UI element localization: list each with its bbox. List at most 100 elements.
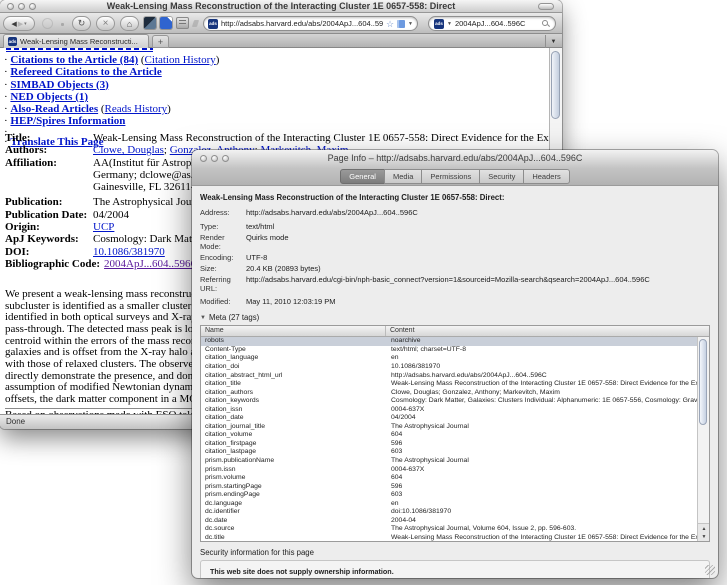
back-forward-buttons[interactable]: ◀ ▶ ▾	[3, 16, 35, 31]
history-dropdown-icon[interactable]: ▾	[24, 21, 27, 27]
meta-row[interactable]: citation_languageen	[201, 354, 697, 363]
meta-row[interactable]: robotsnoarchive	[201, 337, 697, 346]
column-header-name[interactable]: Name	[201, 326, 386, 336]
tab-security[interactable]: Security	[479, 169, 524, 184]
archive-drawer-icon[interactable]	[176, 17, 189, 29]
bookmark-star-icon[interactable]: ☆	[386, 19, 394, 29]
meta-row[interactable]: prism.volume604	[201, 474, 697, 483]
ownership-info-text: This web site does not supply ownership …	[210, 567, 700, 576]
tab-permissions[interactable]: Permissions	[421, 169, 480, 184]
scrollbar-thumb[interactable]	[551, 51, 560, 119]
search-engine-dropdown-icon[interactable]: ▼	[447, 21, 452, 27]
meta-row[interactable]: citation_abstract_html_urlhttp://adsabs.…	[201, 372, 697, 381]
meta-row[interactable]: Content-Typetext/html; charset=UTF-8	[201, 346, 697, 355]
feed-icon[interactable]	[397, 20, 405, 28]
back-icon[interactable]: ◀	[11, 20, 16, 28]
search-bar[interactable]: ads ▼ 2004ApJ...604..596C	[428, 16, 556, 31]
meta-row[interactable]: citation_journal_titleThe Astrophysical …	[201, 423, 697, 432]
search-engine-favicon[interactable]: ads	[434, 19, 444, 29]
meta-name-cell: citation_authors	[201, 389, 386, 398]
meta-row[interactable]: dc.date2004-04	[201, 517, 697, 526]
small-gray-icon[interactable]	[192, 20, 199, 27]
resize-grip[interactable]	[705, 565, 715, 575]
home-button[interactable]: ⌂	[120, 16, 139, 31]
meta-table-header: Name Content	[201, 326, 709, 337]
meta-name-cell: dc.title	[201, 534, 386, 541]
meta-row[interactable]: citation_volume604	[201, 431, 697, 440]
meta-name-cell: dc.language	[201, 500, 386, 509]
search-icon[interactable]	[542, 20, 550, 28]
meta-name-cell: citation_language	[201, 354, 386, 363]
meta-row[interactable]: citation_authorsClowe, Douglas; Gonzalez…	[201, 389, 697, 398]
info-field-label: Referring URL:	[200, 275, 246, 293]
meta-content-cell: http://adsabs.harvard.edu/abs/2004ApJ...…	[386, 372, 697, 381]
info-field-label: Size:	[200, 264, 246, 273]
window-controls	[200, 155, 229, 162]
meta-row[interactable]: dc.identifierdoi:10.1086/381970	[201, 508, 697, 517]
tab-media[interactable]: Media	[384, 169, 422, 184]
meta-row[interactable]: prism.publicationNameThe Astrophysical J…	[201, 457, 697, 466]
page-info-titlebar[interactable]: Page Info – http://adsabs.harvard.edu/ab…	[192, 150, 718, 168]
new-tab-button[interactable]: +	[152, 35, 169, 48]
scroll-up-icon[interactable]: ▲	[702, 526, 707, 532]
tab-general[interactable]: General	[340, 169, 385, 184]
status-text: Done	[6, 417, 25, 426]
browser-titlebar[interactable]: Weak-Lensing Mass Reconstruction of the …	[0, 0, 562, 13]
meta-row[interactable]: citation_issn0004-637X	[201, 406, 697, 415]
meta-name-cell: prism.volume	[201, 474, 386, 483]
meta-name-cell: prism.startingPage	[201, 483, 386, 492]
meta-row[interactable]: prism.startingPage596	[201, 483, 697, 492]
scrollbar-thumb[interactable]	[699, 339, 707, 425]
home-icon: ⌂	[127, 19, 132, 29]
zoom-button[interactable]	[29, 3, 36, 10]
meta-row[interactable]: citation_lastpage603	[201, 448, 697, 457]
info-field-value: Quirks mode	[246, 233, 710, 251]
site-favicon: ads	[208, 19, 218, 29]
meta-row[interactable]: prism.issn0004-637X	[201, 466, 697, 475]
meta-row[interactable]: citation_firstpage596	[201, 440, 697, 449]
meta-row[interactable]: dc.languageen	[201, 500, 697, 509]
meta-section-label: Meta (27 tags)	[209, 313, 259, 322]
scroll-down-icon[interactable]: ▼	[702, 534, 707, 540]
url-dropdown-icon[interactable]: ▼	[408, 21, 413, 27]
bookmark-sidebar-icon[interactable]	[160, 17, 172, 29]
tab-active[interactable]: ads Weak-Lensing Mass Reconstructi...	[3, 34, 149, 48]
list-all-tabs-button[interactable]: ▼	[545, 35, 561, 48]
meta-content-cell: The Astrophysical Journal	[386, 423, 697, 432]
meta-row[interactable]: citation_titleWeak-Lensing Mass Reconstr…	[201, 380, 697, 389]
tab-headers[interactable]: Headers	[523, 169, 569, 184]
meta-content-cell: The Astrophysical Journal, Volume 604, I…	[386, 525, 697, 534]
reload-button[interactable]: ↻	[72, 16, 91, 31]
meta-name-cell: prism.publicationName	[201, 457, 386, 466]
meta-content-cell: 2004-04	[386, 517, 697, 526]
stop-button[interactable]: ×	[96, 16, 115, 31]
bookmark-toolbar-icon[interactable]	[144, 17, 156, 29]
disclosure-triangle-icon[interactable]: ▼	[200, 315, 206, 321]
meta-row[interactable]: dc.sourceThe Astrophysical Journal, Volu…	[201, 525, 697, 534]
url-bar[interactable]: ads http://adsabs.harvard.edu/abs/2004Ap…	[203, 16, 418, 31]
meta-name-cell: dc.date	[201, 517, 386, 526]
meta-row[interactable]: citation_date04/2004	[201, 414, 697, 423]
minimize-button[interactable]	[211, 155, 218, 162]
meta-row[interactable]: citation_doi10.1086/381970	[201, 363, 697, 372]
meta-content-cell: Clowe, Douglas; Gonzalez, Anthony; Marke…	[386, 389, 697, 398]
close-button[interactable]	[200, 155, 207, 162]
meta-table-rows: robotsnoarchiveContent-Typetext/html; ch…	[201, 337, 697, 541]
url-text[interactable]: http://adsabs.harvard.edu/abs/2004ApJ...…	[221, 19, 383, 28]
zoom-button[interactable]	[222, 155, 229, 162]
page-info-tabstrip: GeneralMediaPermissionsSecurityHeaders	[192, 168, 718, 186]
close-button[interactable]	[7, 3, 14, 10]
meta-row[interactable]: dc.titleWeak-Lensing Mass Reconstruction…	[201, 534, 697, 541]
meta-table-scrollbar[interactable]: ▲ ▼	[697, 337, 709, 541]
column-header-content[interactable]: Content	[386, 326, 709, 336]
meta-name-cell: prism.issn	[201, 466, 386, 475]
meta-content-cell: Weak-Lensing Mass Reconstruction of the …	[386, 534, 697, 541]
meta-row[interactable]: citation_keywordsCosmology: Dark Matter,…	[201, 397, 697, 406]
info-field-label: Modified:	[200, 297, 246, 306]
meta-row[interactable]: prism.endingPage603	[201, 491, 697, 500]
forward-icon[interactable]: ▶	[18, 20, 23, 28]
search-text[interactable]: 2004ApJ...604..596C	[455, 19, 539, 28]
minimize-button[interactable]	[18, 3, 25, 10]
meta-section-header[interactable]: ▼ Meta (27 tags)	[200, 313, 710, 322]
toolbar-toggle-button[interactable]	[538, 3, 554, 10]
